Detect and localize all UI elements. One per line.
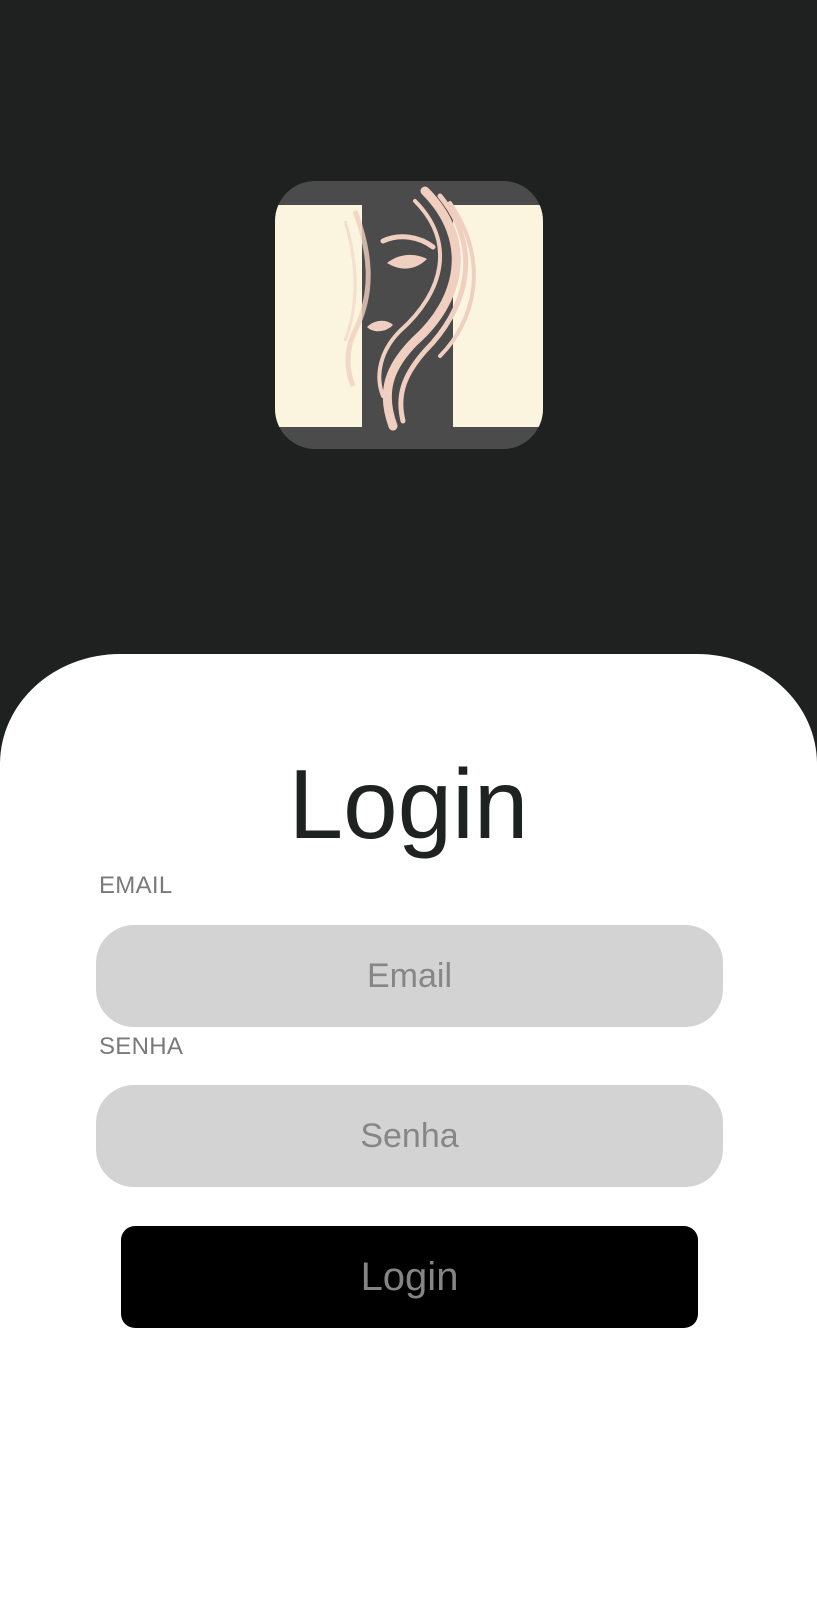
password-field[interactable] [96,1085,723,1187]
app-logo [275,181,543,449]
woman-face-hair-logo-icon [275,181,543,449]
login-button[interactable]: Login [121,1226,698,1328]
header-section [0,0,817,700]
email-label: EMAIL [99,872,173,899]
email-field[interactable] [96,925,723,1027]
page-title: Login [288,749,529,859]
password-label: SENHA [99,1033,184,1060]
